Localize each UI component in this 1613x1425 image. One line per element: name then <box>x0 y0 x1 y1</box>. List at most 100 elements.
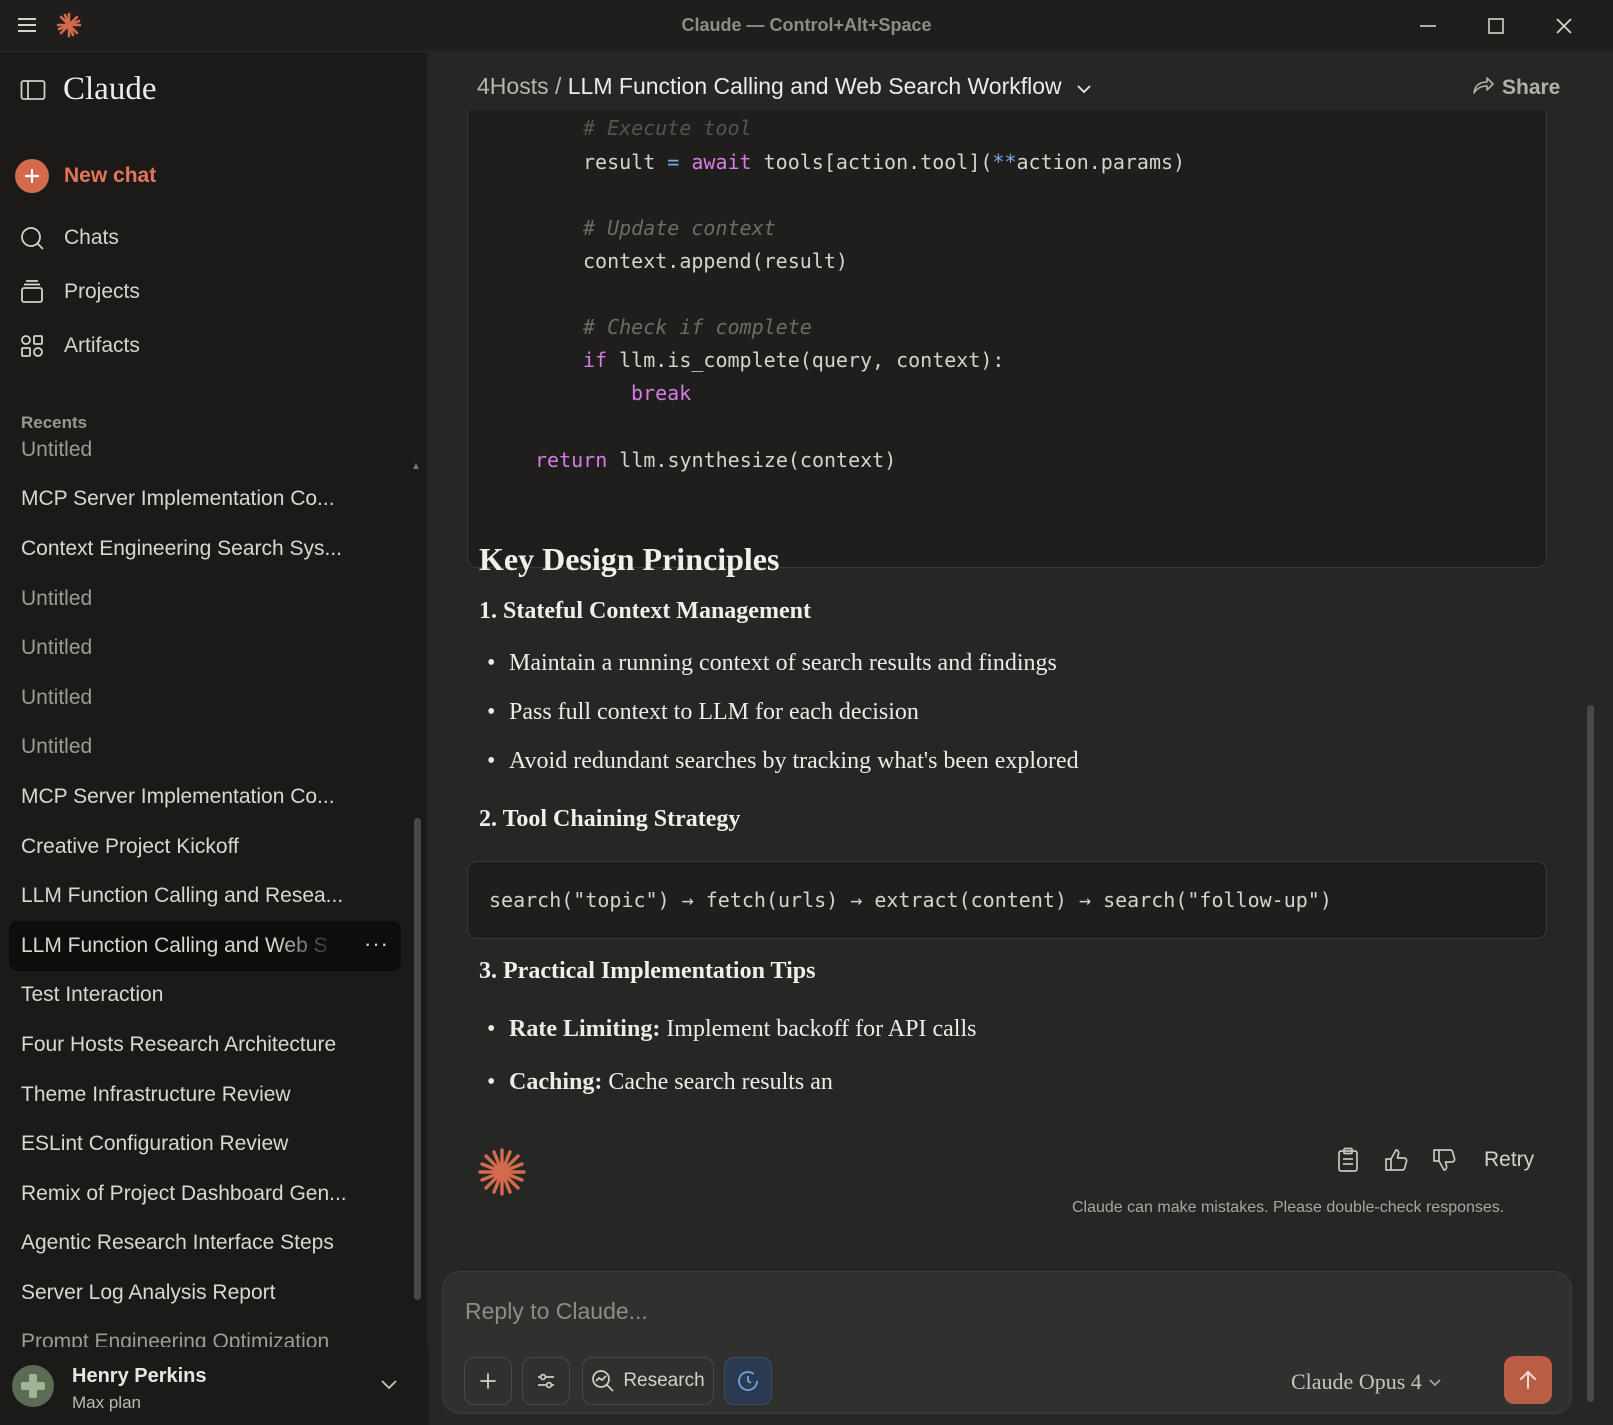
recent-item[interactable]: Creative Project Kickoff <box>0 822 410 872</box>
list-item-text: Avoid redundant searches by tracking wha… <box>509 748 1079 774</box>
breadcrumb-project[interactable]: 4Hosts <box>477 73 549 99</box>
list-item-text: Cache search results an <box>602 1069 833 1095</box>
code-keyword: return <box>535 448 608 472</box>
recent-item[interactable]: Four Hosts Research Architecture <box>0 1020 410 1070</box>
code-operator: = <box>667 150 680 174</box>
list-item-bold: Caching: <box>509 1069 603 1095</box>
recent-item[interactable]: Theme Infrastructure Review <box>0 1070 410 1120</box>
title-bar: Claude — Control+Alt+Space <box>0 0 1613 52</box>
code-line: context.append(result) <box>583 249 848 273</box>
subheading: 2. Tool Chaining Strategy <box>479 806 741 832</box>
recent-item[interactable]: Context Engineering Search Sys... <box>0 524 410 574</box>
sliders-icon <box>538 1373 554 1389</box>
breadcrumb: 4Hosts / LLM Function Calling and Web Se… <box>477 73 1092 101</box>
recent-item[interactable]: Untitled <box>0 623 410 673</box>
chevron-down-icon[interactable] <box>1076 74 1092 101</box>
code-keyword: await <box>679 150 752 174</box>
minimize-icon[interactable] <box>1408 10 1448 42</box>
nav-projects-label: Projects <box>64 280 140 303</box>
list-item-text: Pass full context to LLM for each decisi… <box>509 699 919 725</box>
recent-item[interactable]: Untitled <box>0 723 410 773</box>
artifacts-icon <box>14 328 50 364</box>
more-options-icon[interactable]: ··· <box>364 931 389 957</box>
retry-button[interactable]: Retry <box>1484 1148 1534 1172</box>
recent-item[interactable]: MCP Server Implementation Co... <box>0 475 410 525</box>
projects-icon <box>14 274 50 310</box>
sidebar-toggle-icon[interactable] <box>20 79 46 101</box>
share-label: Share <box>1502 76 1561 99</box>
share-button[interactable]: Share <box>1472 75 1560 101</box>
chevron-down-icon <box>1429 1379 1441 1387</box>
maximize-icon[interactable] <box>1476 10 1516 42</box>
history-toggle-button[interactable] <box>724 1357 772 1405</box>
code-line: if llm.is_complete(query, context): <box>583 348 1004 372</box>
section-heading: Key Design Principles <box>479 541 780 577</box>
recent-item[interactable]: Untitled <box>0 437 410 475</box>
research-icon <box>592 1370 614 1392</box>
recent-item[interactable]: Untitled <box>0 574 410 624</box>
nav-projects[interactable]: Projects <box>14 272 140 312</box>
recent-item[interactable]: Remix of Project Dashboard Gen... <box>0 1169 410 1219</box>
recent-item-label: LLM Function Calling and Web S <box>21 933 328 957</box>
code-token: result <box>583 150 668 174</box>
recent-item[interactable]: MCP Server Implementation Co... <box>0 772 410 822</box>
reply-input[interactable] <box>465 1294 1365 1328</box>
chat-search-icon <box>14 220 50 256</box>
share-icon <box>1472 75 1494 101</box>
breadcrumb-separator: / <box>554 73 562 99</box>
recent-item[interactable]: Agentic Research Interface Steps <box>0 1219 410 1269</box>
code-line: result = await tools[action.tool](**acti… <box>583 150 1185 174</box>
message-actions: Retry <box>1334 1146 1534 1174</box>
close-icon[interactable] <box>1544 10 1584 42</box>
code-token: llm.synthesize(context) <box>607 448 897 472</box>
clock-icon <box>738 1371 758 1391</box>
recent-item[interactable]: Server Log Analysis Report <box>0 1268 410 1318</box>
chevron-down-icon[interactable] <box>380 1377 398 1395</box>
composer: Research Claude Opus 4 <box>442 1271 1572 1414</box>
claude-spark-icon <box>477 1147 527 1197</box>
tools-settings-button[interactable] <box>522 1357 570 1405</box>
sidebar-scrollbar[interactable] <box>414 818 421 1300</box>
conversation-title[interactable]: LLM Function Calling and Web Search Work… <box>568 73 1062 99</box>
recent-item[interactable]: Test Interaction <box>0 971 410 1021</box>
model-selector[interactable]: Claude Opus 4 <box>1291 1369 1442 1395</box>
plus-icon <box>15 159 49 193</box>
copy-icon[interactable] <box>1334 1146 1362 1174</box>
user-plan: Max plan <box>72 1393 141 1412</box>
subheading: 3. Practical Implementation Tips <box>479 958 816 984</box>
nav-chats[interactable]: Chats <box>14 218 119 258</box>
add-attachment-button[interactable] <box>464 1357 512 1405</box>
code-line: search("topic") → fetch(urls) → extract(… <box>489 888 1332 912</box>
scroll-up-arrow-icon[interactable]: ▲ <box>411 461 421 472</box>
nav-artifacts-label: Artifacts <box>64 334 140 357</box>
code-comment: # Execute tool <box>583 116 752 140</box>
send-button[interactable] <box>1504 1356 1552 1404</box>
disclaimer-text: Claude can make mistakes. Please double-… <box>1072 1199 1505 1216</box>
thumbs-up-icon[interactable] <box>1382 1146 1410 1174</box>
code-token: llm.is_complete(query, context): <box>607 348 1005 372</box>
main-scrollbar[interactable] <box>1587 705 1594 1402</box>
nav-artifacts[interactable]: Artifacts <box>14 326 140 366</box>
recent-item-active[interactable]: LLM Function Calling and Web S ··· <box>9 920 401 971</box>
user-name: Henry Perkins <box>72 1365 207 1387</box>
recents-heading: Recents <box>21 413 88 432</box>
thumbs-down-icon[interactable] <box>1430 1146 1458 1174</box>
code-keyword: if <box>583 348 608 372</box>
research-button[interactable]: Research <box>582 1357 714 1405</box>
window-title: Claude — Control+Alt+Space <box>681 15 932 35</box>
code-block: search("topic") → fetch(urls) → extract(… <box>467 861 1547 939</box>
code-line: return llm.synthesize(context) <box>535 448 896 472</box>
list-item-bold: Rate Limiting: <box>509 1016 661 1042</box>
sidebar: Claude New chat Chats Projects Artifacts… <box>0 53 428 1425</box>
list-item-text: Maintain a running context of search res… <box>509 650 1057 676</box>
user-menu[interactable]: Henry Perkins Max plan <box>0 1347 428 1425</box>
code-token: action.params) <box>1016 150 1186 174</box>
code-comment: # Update context <box>583 216 776 240</box>
new-chat-button[interactable]: New chat <box>14 156 156 196</box>
arrow-up-icon <box>1520 1370 1536 1389</box>
recent-item[interactable]: Untitled <box>0 673 410 723</box>
recent-item[interactable]: ESLint Configuration Review <box>0 1119 410 1169</box>
plus-icon <box>480 1373 496 1389</box>
code-comment: # Check if complete <box>583 315 812 339</box>
recent-item[interactable]: LLM Function Calling and Resea... <box>0 871 410 921</box>
